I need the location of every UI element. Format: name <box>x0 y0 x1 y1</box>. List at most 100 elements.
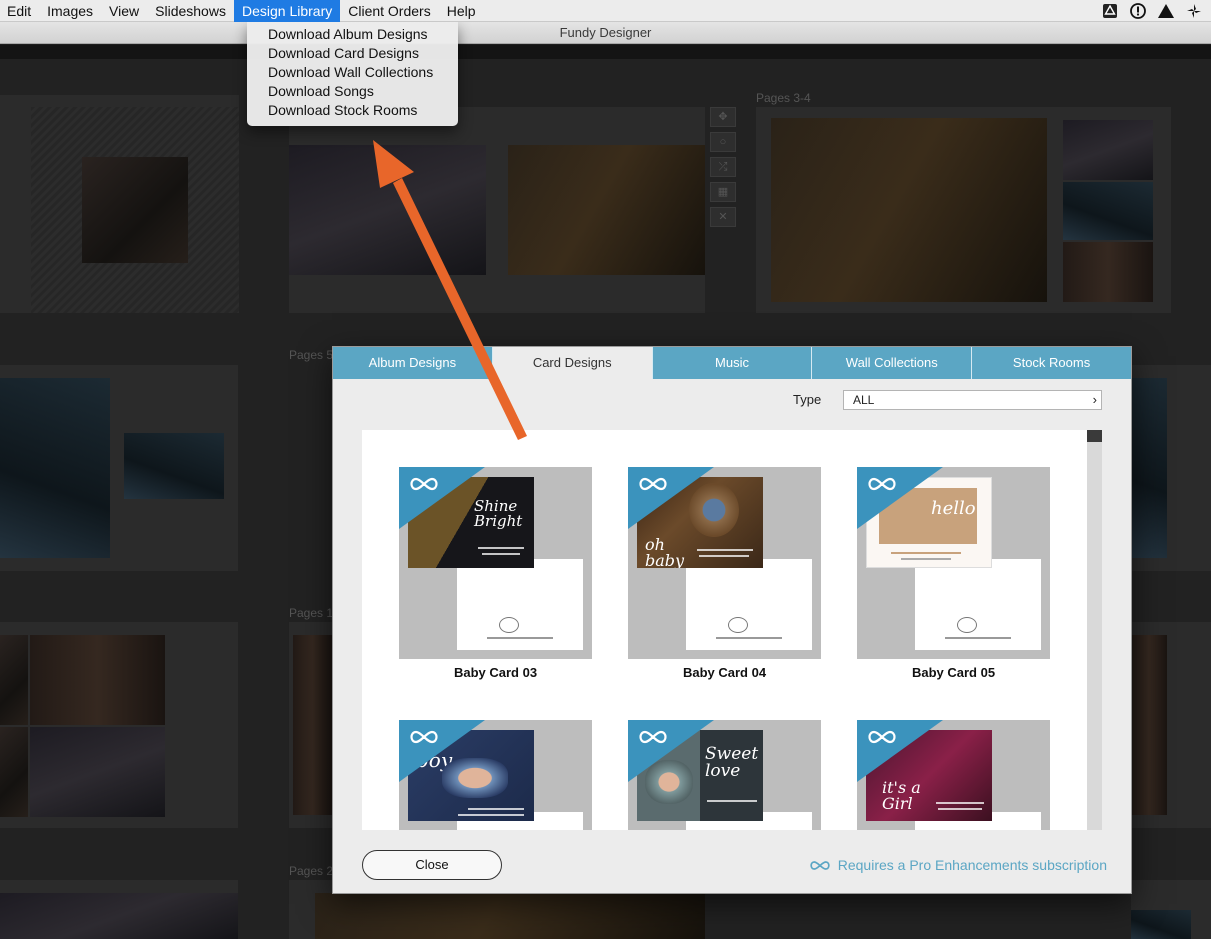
spread-left-4[interactable] <box>0 880 238 939</box>
drive-icon[interactable] <box>1101 2 1119 20</box>
card-thumbnail[interactable]: boy <box>399 720 592 830</box>
spread-photo <box>293 635 332 815</box>
menu-download-songs[interactable]: Download Songs <box>247 82 458 101</box>
tab-wall-collections[interactable]: Wall Collections <box>812 347 973 379</box>
spread-mid-3[interactable] <box>289 622 332 828</box>
card-back <box>915 559 1041 650</box>
tab-card-designs[interactable]: Card Designs <box>492 347 653 379</box>
card-item[interactable]: hello Baby Card 05 <box>857 467 1050 680</box>
workspace-top-strip <box>0 45 1211 59</box>
spread-photo <box>1063 182 1153 240</box>
tab-stock-rooms[interactable]: Stock Rooms <box>972 347 1131 379</box>
card-front-text-line <box>891 552 961 554</box>
menu-edit[interactable]: Edit <box>0 0 39 22</box>
card-thumbnail[interactable]: it's a Girl <box>857 720 1050 830</box>
card-front-text-line <box>478 547 524 549</box>
card-back <box>457 559 583 650</box>
spread-photo <box>1063 120 1153 180</box>
card-item[interactable]: Shine Bright Baby Card 03 <box>399 467 592 680</box>
menu-help[interactable]: Help <box>439 0 484 22</box>
window-title: Fundy Designer <box>0 22 1211 44</box>
spread-photo <box>0 727 28 817</box>
menu-view[interactable]: View <box>101 0 147 22</box>
card-thumbnail[interactable]: oh baby <box>628 467 821 659</box>
vpn-icon[interactable] <box>1157 2 1175 20</box>
spread-photo <box>0 635 28 725</box>
card-item[interactable]: it's a Girl <box>857 720 1050 830</box>
type-label: Type <box>793 392 822 407</box>
card-label: Baby Card 03 <box>453 665 538 680</box>
tab-album-designs[interactable]: Album Designs <box>333 347 493 379</box>
card-front-text-line <box>458 814 524 816</box>
studio-logo-icon <box>499 617 519 633</box>
card-thumbnail[interactable]: hello <box>857 467 1050 659</box>
card-thumbnail[interactable]: Shine Bright <box>399 467 592 659</box>
page-label-5: Pages 5 <box>289 348 334 362</box>
spread-photo <box>1131 378 1167 558</box>
spread-photo <box>0 378 110 558</box>
page-label-2: Pages 2 <box>289 864 334 878</box>
infinity-icon <box>639 477 667 491</box>
card-front-text-line <box>707 800 757 802</box>
tab-music[interactable]: Music <box>653 347 813 379</box>
card-front-text-line <box>938 808 982 810</box>
menu-bar: Edit Images View Slideshows Design Libra… <box>0 0 1211 22</box>
close-button[interactable]: Close <box>362 850 502 880</box>
grid-scrollbar[interactable] <box>1087 430 1102 830</box>
menu-slideshows[interactable]: Slideshows <box>147 0 234 22</box>
menu-images[interactable]: Images <box>39 0 101 22</box>
infinity-icon <box>410 477 438 491</box>
card-item[interactable]: boy <box>399 720 592 830</box>
menu-download-album-designs[interactable]: Download Album Designs <box>247 25 458 44</box>
pro-subscription-note: Requires a Pro Enhancements subscription <box>808 857 1107 873</box>
delete-tool-icon[interactable]: ✕ <box>710 207 736 227</box>
menu-download-card-designs[interactable]: Download Card Designs <box>247 44 458 63</box>
menu-download-stock-rooms[interactable]: Download Stock Rooms <box>247 101 458 120</box>
spread-photo <box>0 893 238 939</box>
studio-logo-icon <box>728 617 748 633</box>
infinity-icon <box>639 730 667 744</box>
card-design-grid: Shine Bright Baby Card 03 oh baby Baby C… <box>362 430 1087 830</box>
spread-photo <box>1131 635 1167 815</box>
spread-photo <box>30 635 165 725</box>
grid-tool-icon[interactable]: ▦ <box>710 182 736 202</box>
spread-right-3[interactable] <box>1131 622 1211 828</box>
type-select[interactable]: ALL › <box>843 390 1102 410</box>
design-library-menu: Download Album Designs Download Card Des… <box>247 22 458 126</box>
grid-scrollbar-thumb[interactable] <box>1087 430 1102 442</box>
move-tool-icon[interactable]: ✥ <box>710 107 736 127</box>
shuffle-tool-icon[interactable]: ⤮ <box>710 157 736 177</box>
rotate-tool-icon[interactable]: ○ <box>710 132 736 152</box>
menu-client-orders[interactable]: Client Orders <box>340 0 438 22</box>
menu-download-wall-collections[interactable]: Download Wall Collections <box>247 63 458 82</box>
card-label: Baby Card 04 <box>682 665 767 680</box>
spread-pages-3-4[interactable] <box>756 107 1171 313</box>
pro-subscription-text: Requires a Pro Enhancements subscription <box>837 857 1107 873</box>
spread-left-2[interactable] <box>0 365 238 571</box>
infinity-icon <box>868 730 896 744</box>
spread-photo <box>1131 910 1191 939</box>
page-label-1: Pages 1 <box>289 606 334 620</box>
card-thumbnail[interactable]: Sweet love <box>628 720 821 830</box>
spread-photo <box>771 118 1047 302</box>
card-back-text-line <box>945 637 1011 639</box>
spread-pages-1-2[interactable] <box>289 107 705 313</box>
card-front-text-line <box>468 808 524 810</box>
spread-photo <box>508 145 705 275</box>
spread-right-2[interactable] <box>1131 365 1211 571</box>
password-icon[interactable] <box>1129 2 1147 20</box>
spread-left[interactable] <box>0 95 239 313</box>
card-item[interactable]: oh baby Baby Card 04 <box>628 467 821 680</box>
spread-photo <box>124 433 224 499</box>
type-select-value: ALL <box>853 393 875 407</box>
infinity-icon <box>868 477 896 491</box>
card-back <box>686 559 812 650</box>
spread-left-3[interactable] <box>0 622 238 828</box>
card-item[interactable]: Sweet love <box>628 720 821 830</box>
spread-right-4[interactable] <box>1131 880 1211 939</box>
studio-logo-icon <box>957 617 977 633</box>
menu-design-library[interactable]: Design Library <box>233 0 341 22</box>
pinwheel-icon[interactable] <box>1185 2 1203 20</box>
card-back-text-line <box>487 637 553 639</box>
card-front-text-line <box>901 558 951 560</box>
